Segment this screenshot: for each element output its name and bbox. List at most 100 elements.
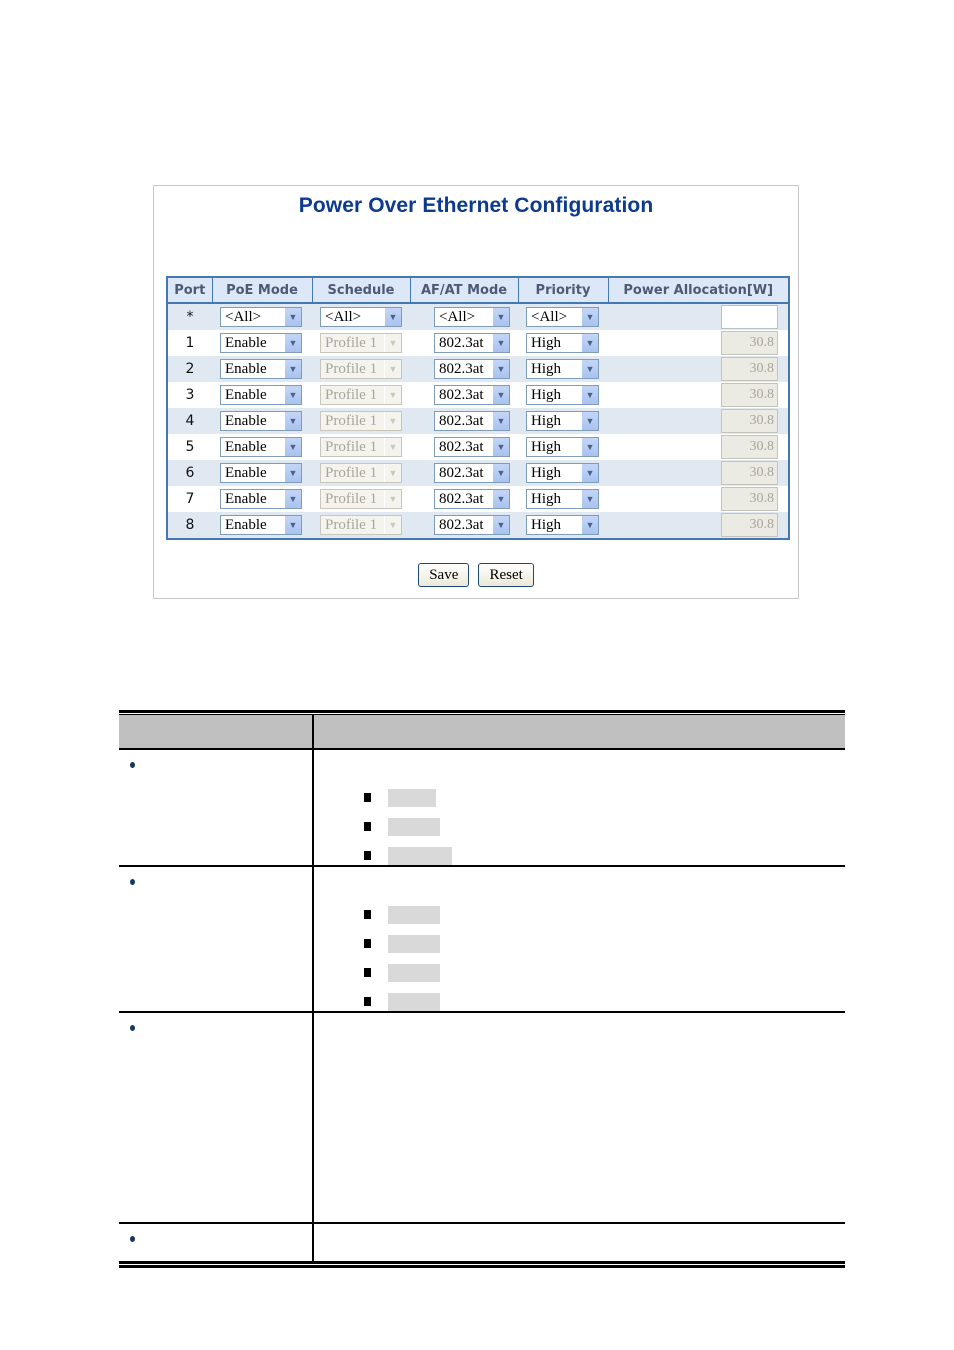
header-schedule: Schedule xyxy=(311,276,411,304)
chevron-down-icon[interactable]: ▼ xyxy=(284,438,301,456)
parameter-description-table xyxy=(119,710,845,1268)
poe-mode-select[interactable]: Enable ▼ xyxy=(220,515,302,535)
highlighted-term xyxy=(388,905,440,924)
chevron-down-icon[interactable]: ▼ xyxy=(581,438,598,456)
select-value: Enable xyxy=(225,490,267,507)
chevron-down-icon[interactable]: ▼ xyxy=(581,334,598,352)
chevron-down-icon[interactable]: ▼ xyxy=(284,490,301,508)
chevron-down-icon[interactable]: ▼ xyxy=(284,308,301,326)
square-bullet-icon xyxy=(364,822,371,831)
chevron-down-icon[interactable]: ▼ xyxy=(492,516,509,534)
priority-select[interactable]: High ▼ xyxy=(526,333,599,353)
header-object-cell xyxy=(119,715,314,748)
poe-mode-select[interactable]: Enable ▼ xyxy=(220,359,302,379)
chevron-down-icon[interactable]: ▼ xyxy=(284,412,301,430)
chevron-down-icon[interactable]: ▼ xyxy=(492,386,509,404)
chevron-down-icon[interactable]: ▼ xyxy=(384,308,401,326)
reset-button[interactable]: Reset xyxy=(478,563,534,587)
select-value: Enable xyxy=(225,516,267,533)
form-buttons: Save Reset xyxy=(154,563,798,587)
chevron-down-icon[interactable]: ▼ xyxy=(581,516,598,534)
priority-select[interactable]: High ▼ xyxy=(526,359,599,379)
power-allocation-input: 30.8 xyxy=(721,409,778,433)
af-at-mode-select[interactable]: <All> ▼ xyxy=(434,307,510,327)
chevron-down-icon[interactable]: ▼ xyxy=(492,360,509,378)
chevron-down-icon[interactable]: ▼ xyxy=(581,360,598,378)
table-row xyxy=(119,867,845,1013)
priority-select[interactable]: High ▼ xyxy=(526,411,599,431)
select-value: <All> xyxy=(531,308,568,325)
af-at-mode-select[interactable]: 802.3at ▼ xyxy=(434,359,510,379)
chevron-down-icon[interactable]: ▼ xyxy=(581,308,598,326)
poe-mode-select[interactable]: Enable ▼ xyxy=(220,385,302,405)
chevron-down-icon[interactable]: ▼ xyxy=(581,386,598,404)
schedule-select: Profile 1 ▼ xyxy=(320,385,402,405)
priority-select[interactable]: High ▼ xyxy=(526,515,599,535)
list-item xyxy=(364,783,452,812)
priority-select[interactable]: <All> ▼ xyxy=(526,307,599,327)
power-allocation-input: 30.8 xyxy=(721,487,778,511)
schedule-select[interactable]: <All> ▼ xyxy=(320,307,402,327)
af-at-mode-select[interactable]: 802.3at ▼ xyxy=(434,411,510,431)
power-allocation-input[interactable] xyxy=(721,305,778,329)
chevron-down-icon[interactable]: ▼ xyxy=(492,464,509,482)
select-value: 802.3at xyxy=(439,386,484,403)
chevron-down-icon[interactable]: ▼ xyxy=(284,386,301,404)
chevron-down-icon[interactable]: ▼ xyxy=(284,360,301,378)
poe-mode-select[interactable]: Enable ▼ xyxy=(220,333,302,353)
chevron-down-icon[interactable]: ▼ xyxy=(492,490,509,508)
priority-select[interactable]: High ▼ xyxy=(526,489,599,509)
table-row xyxy=(119,1224,845,1263)
chevron-down-icon[interactable]: ▼ xyxy=(492,308,509,326)
object-cell xyxy=(119,1013,314,1222)
select-value: Enable xyxy=(225,386,267,403)
chevron-down-icon[interactable]: ▼ xyxy=(581,412,598,430)
priority-select[interactable]: High ▼ xyxy=(526,385,599,405)
af-at-mode-select[interactable]: 802.3at ▼ xyxy=(434,437,510,457)
af-at-mode-select[interactable]: 802.3at ▼ xyxy=(434,515,510,535)
poe-mode-select[interactable]: Enable ▼ xyxy=(220,489,302,509)
chevron-down-icon: ▼ xyxy=(384,360,401,378)
af-at-mode-select[interactable]: 802.3at ▼ xyxy=(434,333,510,353)
priority-select[interactable]: High ▼ xyxy=(526,463,599,483)
port-cell: 8 xyxy=(167,512,212,539)
poe-mode-select[interactable]: Enable ▼ xyxy=(220,411,302,431)
poe-mode-select[interactable]: Enable ▼ xyxy=(220,437,302,457)
table-row xyxy=(119,1013,845,1224)
object-cell xyxy=(119,867,314,1011)
select-value: High xyxy=(531,386,561,403)
af-at-mode-select[interactable]: 802.3at ▼ xyxy=(434,463,510,483)
table-row: 7 Enable ▼ Profile 1 ▼ 802.3at ▼ High ▼ 30.8 xyxy=(167,486,789,512)
chevron-down-icon[interactable]: ▼ xyxy=(284,516,301,534)
chevron-down-icon[interactable]: ▼ xyxy=(581,490,598,508)
af-at-mode-select[interactable]: 802.3at ▼ xyxy=(434,385,510,405)
chevron-down-icon[interactable]: ▼ xyxy=(492,334,509,352)
select-value: <All> xyxy=(225,308,262,325)
description-cell xyxy=(314,1224,845,1261)
af-at-mode-select[interactable]: 802.3at ▼ xyxy=(434,489,510,509)
chevron-down-icon: ▼ xyxy=(384,412,401,430)
bullet-icon xyxy=(130,879,135,885)
chevron-down-icon[interactable]: ▼ xyxy=(492,438,509,456)
bullet-icon xyxy=(130,1236,135,1242)
object-cell xyxy=(119,750,314,865)
chevron-down-icon[interactable]: ▼ xyxy=(581,464,598,482)
select-value: Enable xyxy=(225,438,267,455)
select-value: Profile 1 xyxy=(325,464,378,481)
chevron-down-icon[interactable]: ▼ xyxy=(284,334,301,352)
schedule-select: Profile 1 ▼ xyxy=(320,359,402,379)
list-item xyxy=(364,841,452,870)
list-item xyxy=(364,929,440,958)
priority-select[interactable]: High ▼ xyxy=(526,437,599,457)
select-value: Profile 1 xyxy=(325,412,378,429)
square-bullet-icon xyxy=(364,851,371,860)
poe-mode-select[interactable]: Enable ▼ xyxy=(220,463,302,483)
poe-mode-select[interactable]: <All> ▼ xyxy=(220,307,302,327)
object-cell xyxy=(119,1224,314,1261)
save-button[interactable]: Save xyxy=(418,563,470,587)
chevron-down-icon[interactable]: ▼ xyxy=(284,464,301,482)
chevron-down-icon: ▼ xyxy=(384,516,401,534)
chevron-down-icon[interactable]: ▼ xyxy=(492,412,509,430)
header-poe-mode: PoE Mode xyxy=(211,276,313,304)
select-value: Profile 1 xyxy=(325,516,378,533)
